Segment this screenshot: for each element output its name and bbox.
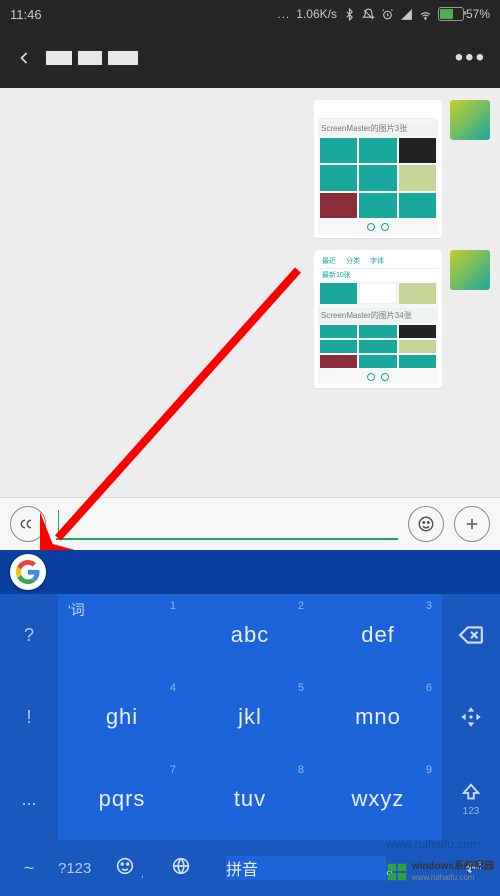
image-message[interactable]: 最近分类字体 最新10张 ScreenMaster的图片34张 (314, 250, 442, 388)
key-symbols[interactable]: ?123 (58, 860, 114, 877)
windows-logo-icon (386, 861, 408, 883)
shift-icon (460, 782, 482, 804)
battery-icon: 57% (438, 7, 490, 21)
battery-pct: 57% (466, 7, 490, 21)
back-icon[interactable] (14, 48, 34, 68)
avatar[interactable] (450, 100, 490, 140)
watermark: windows系统家园 www.ruihaifu.com (386, 861, 494, 883)
network-speed-icon: ... (277, 7, 290, 21)
key-shift[interactable]: 123 (442, 758, 500, 840)
key-emoji[interactable]: , (114, 855, 170, 882)
add-button[interactable] (454, 506, 490, 542)
more-icon[interactable]: ••• (455, 44, 486, 72)
emoji-icon (114, 855, 136, 877)
message-row: ScreenMaster的图片3张 (0, 94, 500, 244)
key-exclaim[interactable]: ! (0, 676, 58, 758)
key-def[interactable]: def3 (314, 594, 442, 676)
watermark-faint: www.ruihaifu.com (386, 837, 480, 851)
key-space[interactable]: 拼音 (226, 856, 386, 880)
image-message[interactable]: ScreenMaster的图片3张 (314, 100, 442, 238)
keyboard-suggestion-strip (0, 550, 500, 594)
key-1[interactable]: '词1 (58, 594, 186, 676)
key-pqrs[interactable]: pqrs7 (58, 758, 186, 840)
key-dpad[interactable] (442, 676, 500, 758)
net-speed: 1.06K/s (296, 7, 337, 21)
chat-title (46, 51, 138, 65)
key-mno[interactable]: mno6 (314, 676, 442, 758)
key-tilde[interactable]: ~ (0, 840, 58, 896)
status-icons: ... 1.06K/s 57% (277, 7, 490, 21)
emoji-button[interactable] (408, 506, 444, 542)
message-text-input[interactable] (56, 508, 398, 540)
key-ellipsis[interactable]: ... (0, 758, 58, 840)
key-abc[interactable]: abc2 (186, 594, 314, 676)
message-row: 最近分类字体 最新10张 ScreenMaster的图片34张 (0, 244, 500, 394)
voice-input-button[interactable] (10, 506, 46, 542)
bluetooth-icon (343, 8, 356, 21)
status-bar: 11:46 ... 1.06K/s 57% (0, 0, 500, 28)
dnd-icon (362, 8, 375, 21)
chat-title-bar: ••• (0, 28, 500, 88)
chat-area[interactable]: ScreenMaster的图片3张 最近分类字体 最新10张 ScreenMas… (0, 88, 500, 497)
bottom-row: ?123 , 拼音 。 (58, 840, 442, 896)
signal-icon (400, 8, 413, 21)
key-language[interactable] (170, 855, 226, 882)
dpad-icon (458, 704, 484, 730)
google-button[interactable] (10, 554, 46, 590)
thumb-caption: ScreenMaster的图片34张 (318, 308, 438, 323)
message-input-bar (0, 497, 500, 550)
key-ghi[interactable]: ghi4 (58, 676, 186, 758)
avatar[interactable] (450, 250, 490, 290)
backspace-icon (458, 622, 484, 648)
key-tuv[interactable]: tuv8 (186, 758, 314, 840)
wifi-icon (419, 8, 432, 21)
google-logo-icon (16, 560, 40, 584)
status-time: 11:46 (10, 7, 42, 22)
alarm-icon (381, 8, 394, 21)
key-backspace[interactable] (442, 594, 500, 676)
thumb-caption: ScreenMaster的图片3张 (318, 121, 438, 136)
key-jkl[interactable]: jkl5 (186, 676, 314, 758)
globe-icon (170, 855, 192, 877)
key-question[interactable]: ? (0, 594, 58, 676)
key-wxyz[interactable]: wxyz9 (314, 758, 442, 840)
